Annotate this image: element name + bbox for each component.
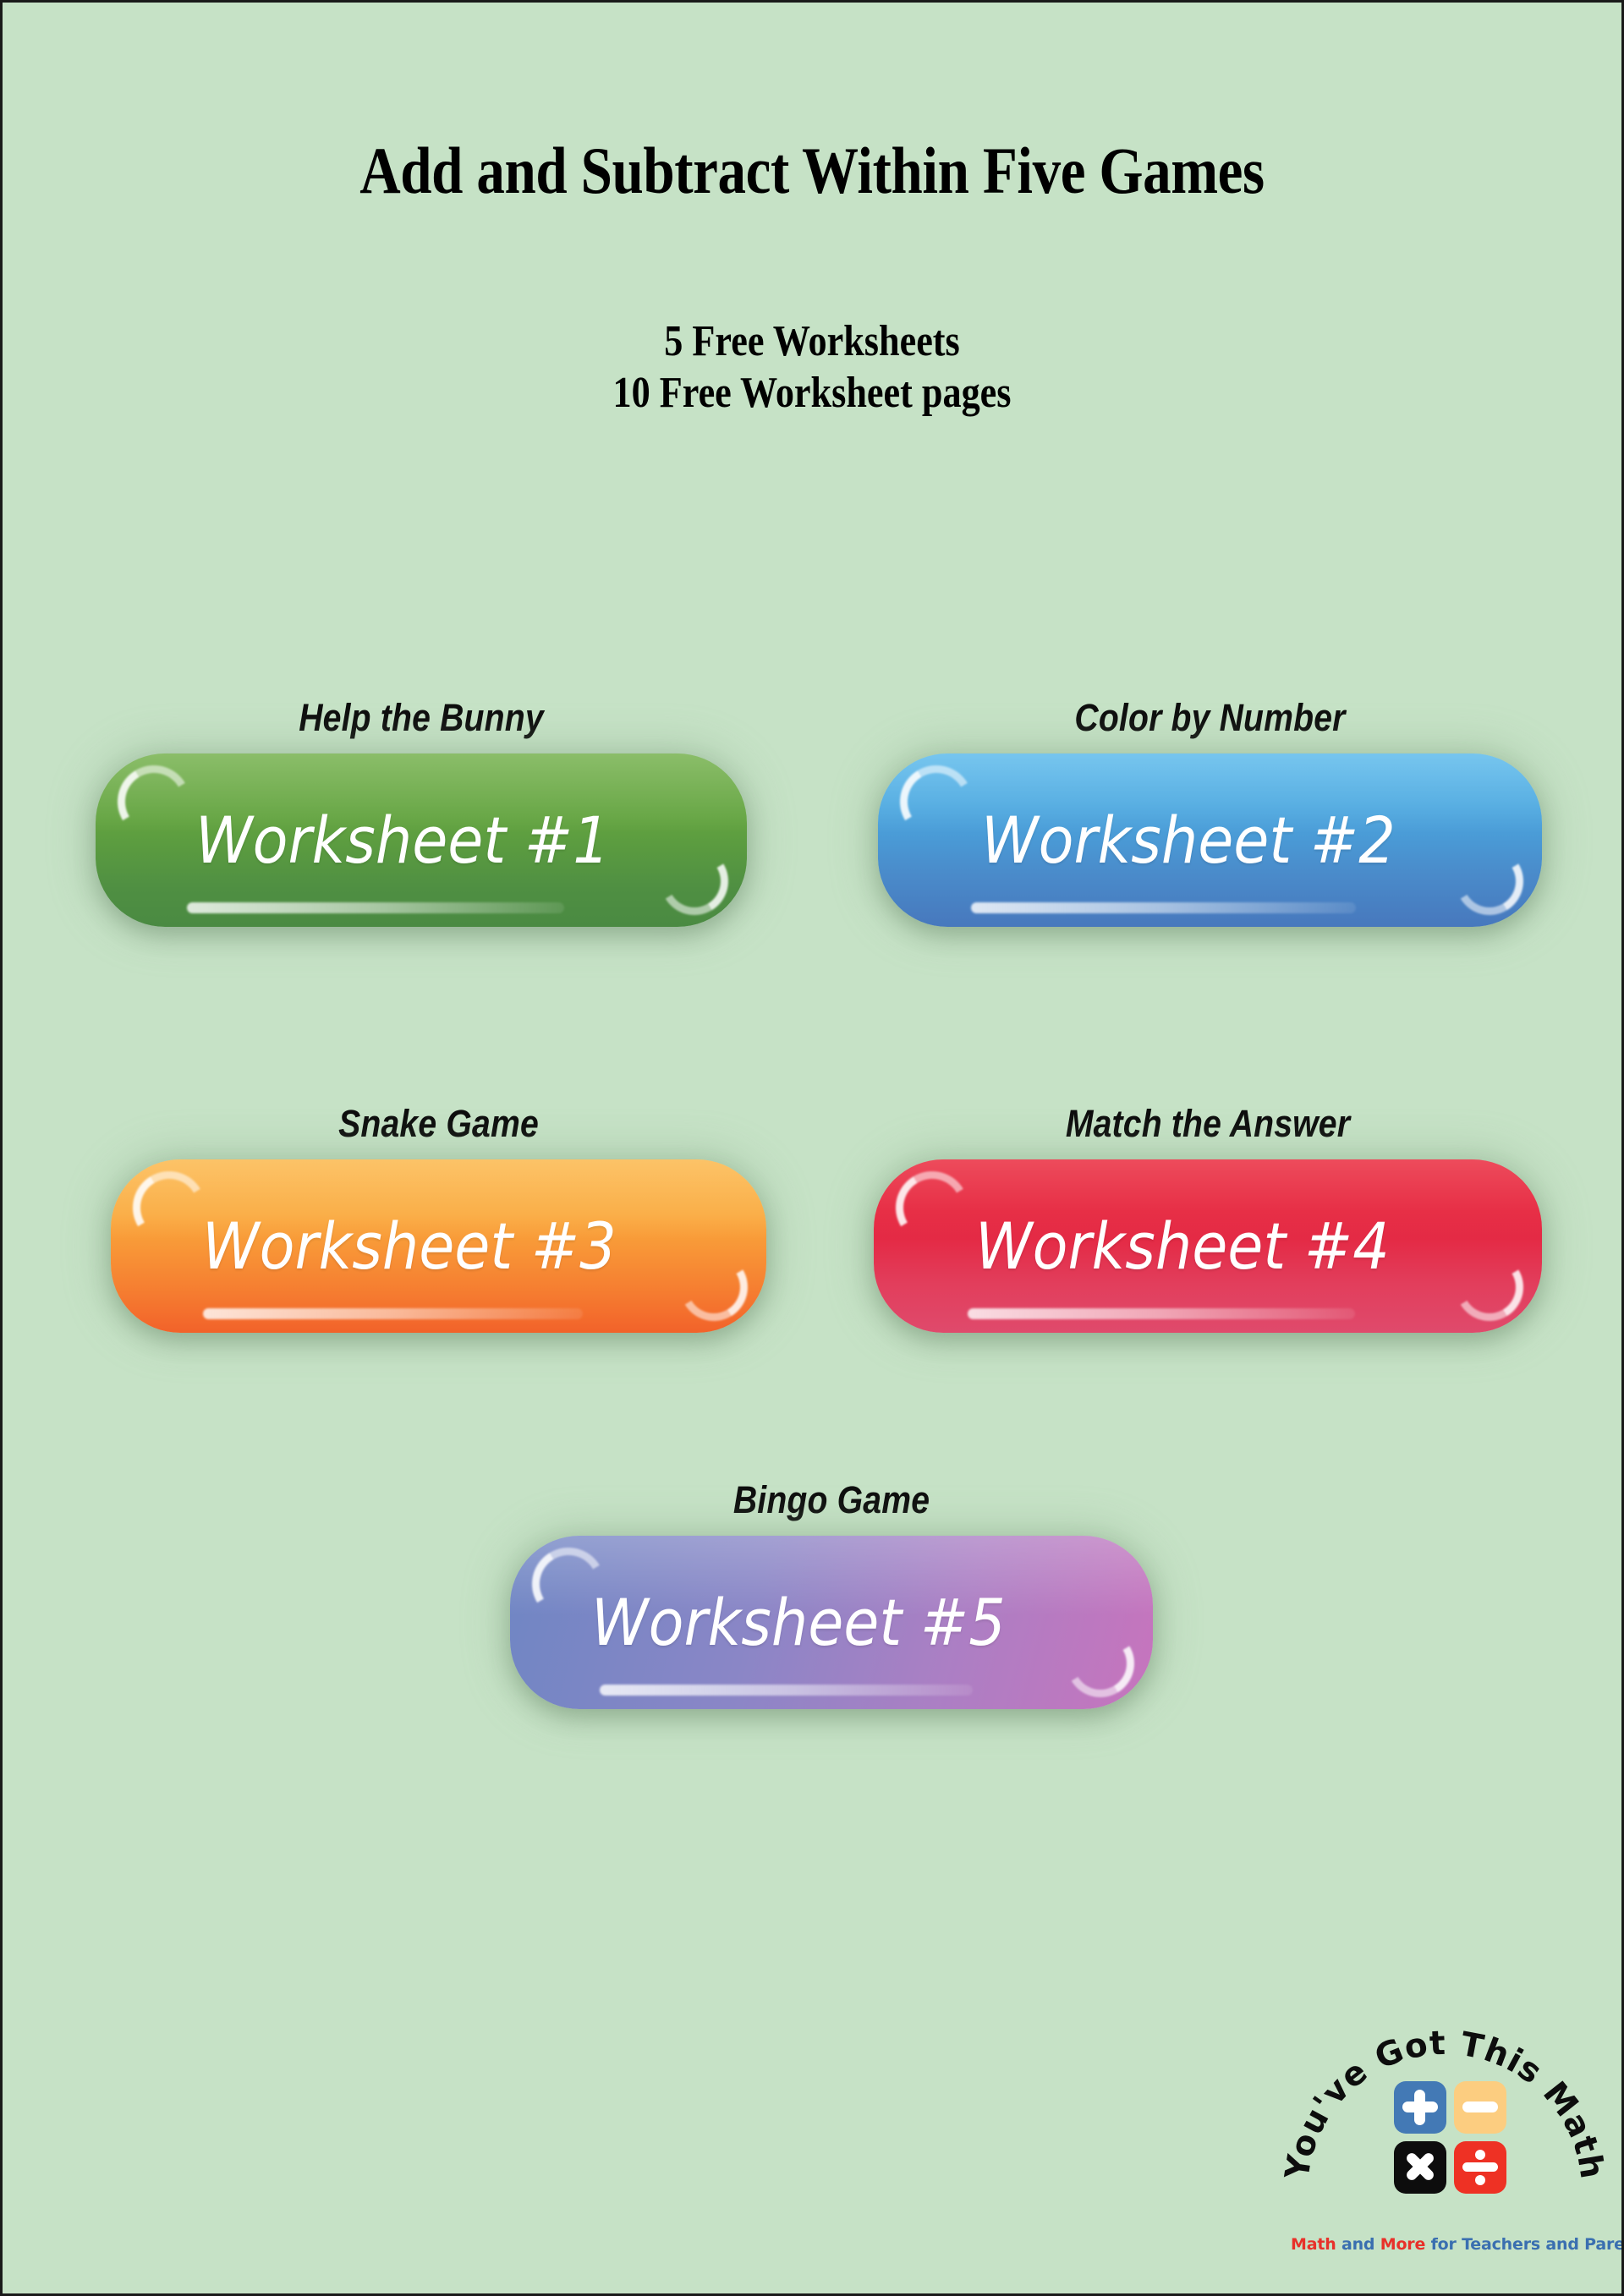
times-icon: [1402, 2150, 1438, 2185]
logo-tile-times: [1394, 2141, 1446, 2194]
gloss-corner-top-left-2: [892, 757, 981, 847]
gloss-streak-3: [202, 1308, 583, 1319]
worksheet-button-5[interactable]: Worksheet #5: [510, 1536, 1153, 1709]
worksheet-cell-4: Match the Answer Worksheet #4: [874, 1102, 1542, 1333]
worksheet-cell-5: Bingo Game Worksheet #5: [510, 1478, 1153, 1709]
worksheet-button-text-3: Worksheet #3: [202, 1208, 617, 1284]
logo-tagline: Math and More for Teachers and Parents: [1291, 2235, 1624, 2254]
worksheet-label-4: Match the Answer: [1065, 1102, 1351, 1145]
poster-page: Add and Subtract Within Five Games 5 Fre…: [0, 0, 1624, 2296]
minus-icon: [1462, 2090, 1498, 2125]
divide-icon: [1462, 2150, 1498, 2185]
worksheet-cell-1: Help the Bunny Worksheet #1: [96, 696, 747, 927]
logo-tile-plus: [1394, 2081, 1446, 2134]
tagline-word-math: Math: [1291, 2235, 1336, 2254]
worksheet-cell-2: Color by Number Worksheet #2: [878, 696, 1542, 927]
logo-tile-minus: [1454, 2081, 1506, 2134]
gloss-corner-bottom-right-5: [1059, 1622, 1142, 1705]
logo-operator-tiles: [1394, 2081, 1506, 2194]
worksheet-button-1[interactable]: Worksheet #1: [96, 753, 747, 927]
gloss-corner-bottom-right-2: [1448, 840, 1531, 923]
worksheet-button-3[interactable]: Worksheet #3: [111, 1159, 766, 1333]
logo-tile-divide: [1454, 2141, 1506, 2194]
plus-icon: [1402, 2090, 1438, 2125]
worksheet-button-text-4: Worksheet #4: [975, 1208, 1390, 1284]
worksheet-button-text-5: Worksheet #5: [591, 1585, 1006, 1660]
worksheet-button-4[interactable]: Worksheet #4: [874, 1159, 1542, 1333]
worksheet-cell-3: Snake Game Worksheet #3: [111, 1102, 766, 1333]
worksheet-label-3: Snake Game: [338, 1102, 539, 1145]
gloss-corner-top-left-3: [124, 1163, 214, 1252]
tagline-word-more: More: [1380, 2235, 1426, 2254]
gloss-streak-5: [600, 1685, 974, 1696]
gloss-corner-top-left-1: [109, 757, 199, 847]
gloss-corner-bottom-right-4: [1448, 1246, 1531, 1329]
gloss-streak-1: [186, 902, 565, 913]
worksheet-button-text-1: Worksheet #1: [195, 803, 610, 878]
worksheet-button-text-2: Worksheet #2: [981, 803, 1396, 878]
gloss-streak-4: [967, 1308, 1355, 1319]
gloss-streak-2: [970, 902, 1357, 913]
worksheet-grid: Help the Bunny Worksheet #1 Color by Num…: [3, 3, 1621, 2293]
gloss-corner-bottom-right-3: [672, 1246, 755, 1329]
tagline-word-and1: and: [1336, 2235, 1380, 2254]
tagline-word-rest: for Teachers and Parents: [1430, 2235, 1624, 2254]
worksheet-label-5: Bingo Game: [732, 1478, 930, 1521]
worksheet-label-1: Help the Bunny: [299, 696, 544, 739]
worksheet-label-2: Color by Number: [1074, 696, 1346, 739]
gloss-corner-top-left-4: [887, 1163, 977, 1252]
brand-logo[interactable]: You've Got This Math Math and More for T…: [1276, 1963, 1621, 2276]
worksheet-button-2[interactable]: Worksheet #2: [878, 753, 1542, 927]
gloss-corner-bottom-right-1: [653, 840, 736, 923]
